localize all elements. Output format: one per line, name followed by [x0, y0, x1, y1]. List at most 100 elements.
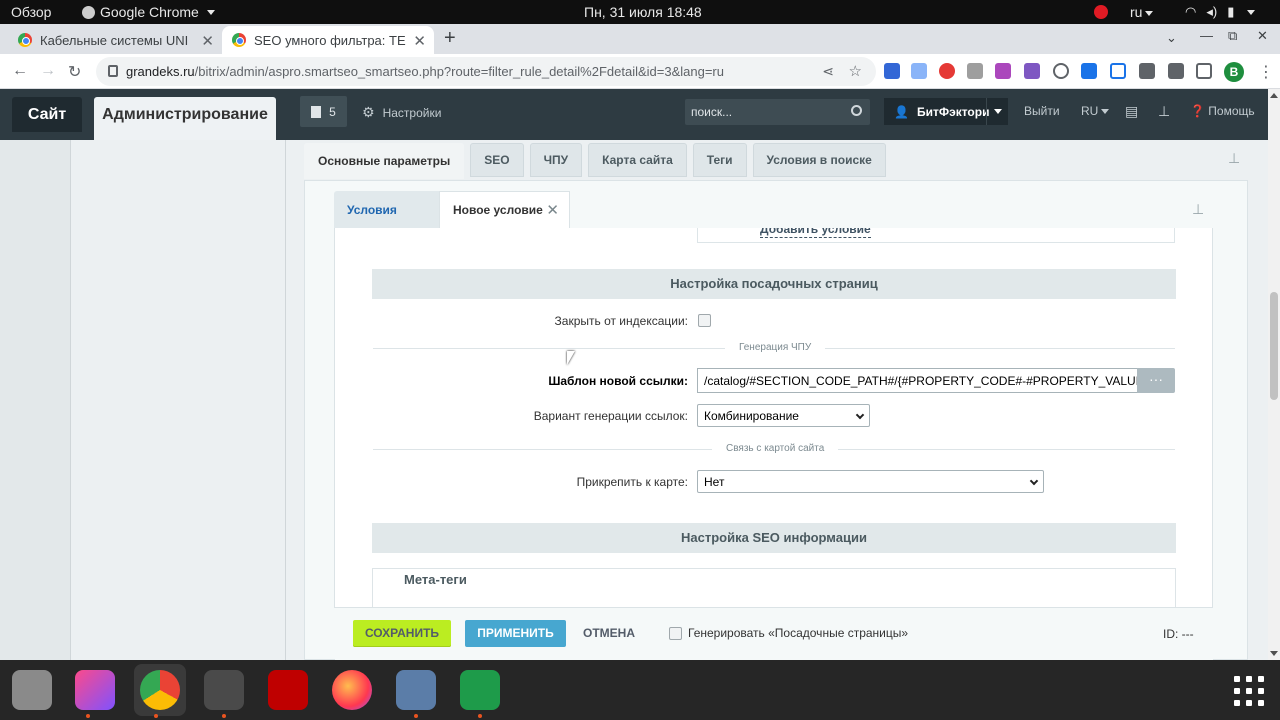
- lock-icon[interactable]: [108, 65, 118, 77]
- admin-header: Сайт Администрирование: [0, 89, 1268, 140]
- bookmark-star-icon[interactable]: ☆: [849, 62, 862, 80]
- cancel-button[interactable]: ОТМЕНА: [577, 620, 641, 647]
- notifications-count: 5: [329, 104, 336, 119]
- search-input[interactable]: [685, 99, 835, 125]
- tab-main-params[interactable]: Основные параметры: [304, 143, 465, 179]
- show-apps-grid-icon[interactable]: [1234, 676, 1264, 706]
- profile-avatar[interactable]: B: [1224, 62, 1244, 82]
- tab-search-chevron-icon[interactable]: ⌄: [1166, 30, 1177, 46]
- noindex-checkbox[interactable]: [698, 314, 711, 327]
- site-tab[interactable]: Сайт: [12, 97, 82, 132]
- help-link[interactable]: ❓ Помощь: [1190, 104, 1255, 118]
- panel-toggle-icon[interactable]: ▤: [1125, 103, 1138, 120]
- user-name: БитФэктори: [916, 104, 990, 119]
- user-menu-caret[interactable]: [986, 98, 1008, 125]
- save-button[interactable]: СОХРАНИТЬ: [353, 620, 451, 647]
- scroll-up-arrow-icon[interactable]: [1270, 93, 1278, 98]
- extension-wave-icon[interactable]: [911, 63, 927, 79]
- reload-icon[interactable]: ↻: [68, 62, 81, 82]
- tab-chpu[interactable]: ЧПУ: [529, 143, 583, 177]
- language-switch[interactable]: RU: [1081, 104, 1110, 118]
- attach-sitemap-select[interactable]: Нет: [697, 470, 1044, 493]
- restore-icon[interactable]: ⧉: [1228, 28, 1237, 44]
- new-tab-plus-icon[interactable]: +: [444, 27, 456, 50]
- divider-chpu-label: Генерация ЧПУ: [725, 342, 826, 353]
- browser-tab-strip: Кабельные системы UNI ✕ SEO умного фильт…: [0, 24, 1280, 54]
- share-icon[interactable]: ⋖: [822, 63, 834, 80]
- sublime-text-icon[interactable]: [204, 670, 244, 710]
- administration-tab[interactable]: Администрирование: [94, 97, 276, 140]
- pin-tabs-icon[interactable]: ⊥: [1228, 150, 1240, 167]
- close-icon[interactable]: ✕: [546, 201, 559, 219]
- notifications-button[interactable]: 5: [300, 96, 347, 127]
- battery-icon: ▮: [1227, 4, 1235, 19]
- extensions-puzzle-icon[interactable]: [1139, 63, 1155, 79]
- pin-subtabs-icon[interactable]: ⊥: [1192, 201, 1204, 218]
- scrollbar-thumb[interactable]: [1270, 292, 1278, 400]
- activities-button[interactable]: Обзор: [11, 4, 51, 20]
- recording-indicator-icon[interactable]: [1094, 5, 1108, 19]
- running-indicator: [478, 714, 482, 718]
- browser-tab-seo-filter[interactable]: SEO умного фильтра: TE ✕: [222, 26, 434, 54]
- video-editor-icon[interactable]: [396, 670, 436, 710]
- browser-tab-cable-systems[interactable]: Кабельные системы UNI ✕: [0, 26, 222, 54]
- url-template-macro-button[interactable]: ···: [1137, 368, 1175, 393]
- generate-landing-option[interactable]: Генерировать «Посадочные страницы»: [669, 626, 908, 640]
- clock[interactable]: Пн, 31 июля 18:48: [584, 4, 702, 20]
- tab-sitemap[interactable]: Карта сайта: [588, 143, 687, 177]
- minimize-icon[interactable]: —: [1200, 28, 1213, 43]
- generate-landing-label: Генерировать «Посадочные страницы»: [688, 626, 909, 640]
- url-text[interactable]: grandeks.ru/bitrix/admin/aspro.smartseo_…: [126, 64, 724, 79]
- side-panel-icon[interactable]: [1196, 63, 1212, 79]
- tab-tags[interactable]: Теги: [692, 143, 747, 177]
- extension-flag-icon[interactable]: [884, 63, 900, 79]
- files-icon[interactable]: [12, 670, 52, 710]
- url-path: /bitrix/admin/aspro.smartseo_smartseo.ph…: [194, 64, 724, 79]
- firefox-icon[interactable]: [332, 670, 372, 710]
- extension-square-icon[interactable]: [995, 63, 1011, 79]
- generate-landing-checkbox[interactable]: [669, 626, 682, 640]
- filezilla-icon[interactable]: [268, 670, 308, 710]
- running-indicator: [86, 714, 90, 718]
- pin-icon[interactable]: ⊥: [1158, 103, 1170, 120]
- settings-link[interactable]: ⚙ Настройки: [362, 104, 441, 121]
- tab-new-condition[interactable]: Новое условие ✕: [439, 191, 570, 228]
- left-menu-panel: [70, 140, 286, 660]
- add-condition-link[interactable]: Добавить условие: [760, 228, 871, 238]
- tab-conditions[interactable]: Условия: [334, 191, 447, 228]
- tab-search-conditions[interactable]: Условия в поиске: [752, 143, 886, 177]
- close-icon[interactable]: ✕: [413, 32, 426, 50]
- forward-arrow-icon[interactable]: →: [40, 62, 56, 80]
- search-icon[interactable]: [851, 105, 862, 116]
- reading-list-icon[interactable]: [1168, 63, 1184, 79]
- keyboard-layout[interactable]: ru: [1130, 4, 1154, 20]
- meta-tags-box: [372, 568, 1176, 607]
- back-arrow-icon[interactable]: ←: [12, 62, 28, 80]
- browser-menu-icon[interactable]: ⋮: [1258, 62, 1274, 82]
- logout-link[interactable]: Выйти: [1024, 104, 1060, 118]
- window-close-icon[interactable]: ✕: [1257, 28, 1268, 44]
- user-menu[interactable]: 👤 БитФэктори: [884, 98, 1008, 125]
- spreadsheet-icon[interactable]: [460, 670, 500, 710]
- close-icon[interactable]: ✕: [201, 32, 214, 50]
- extension-circle-icon[interactable]: [1053, 63, 1069, 79]
- address-bar[interactable]: grandeks.ru/bitrix/admin/aspro.smartseo_…: [96, 57, 876, 86]
- extension-pen-icon[interactable]: [1024, 63, 1040, 79]
- camera-icon[interactable]: [967, 63, 983, 79]
- app-menu[interactable]: Google Chrome: [82, 4, 215, 20]
- page-scrollbar[interactable]: [1268, 89, 1280, 660]
- extension-tool-icon[interactable]: [1081, 63, 1097, 79]
- chrome-icon[interactable]: [140, 670, 180, 710]
- tab-seo[interactable]: SEO: [470, 143, 524, 177]
- url-template-input[interactable]: /catalog/#SECTION_CODE_PATH#/{#PROPERTY_…: [697, 368, 1138, 393]
- screenshot-icon[interactable]: [1110, 63, 1126, 79]
- adblock-icon[interactable]: [939, 63, 955, 79]
- system-tray[interactable]: ◠ ◂) ▮: [1185, 4, 1256, 20]
- url-variant-label: Вариант генерации ссылок:: [533, 409, 688, 423]
- browser-toolbar: ← → ↻ grandeks.ru/bitrix/admin/aspro.sma…: [0, 54, 1280, 89]
- browser-tab-title: Кабельные системы UNI: [40, 32, 189, 48]
- apply-button[interactable]: ПРИМЕНИТЬ: [465, 620, 566, 647]
- url-variant-select[interactable]: Комбинирование: [697, 404, 870, 427]
- scroll-down-arrow-icon[interactable]: [1270, 651, 1278, 656]
- phpstorm-icon[interactable]: [75, 670, 115, 710]
